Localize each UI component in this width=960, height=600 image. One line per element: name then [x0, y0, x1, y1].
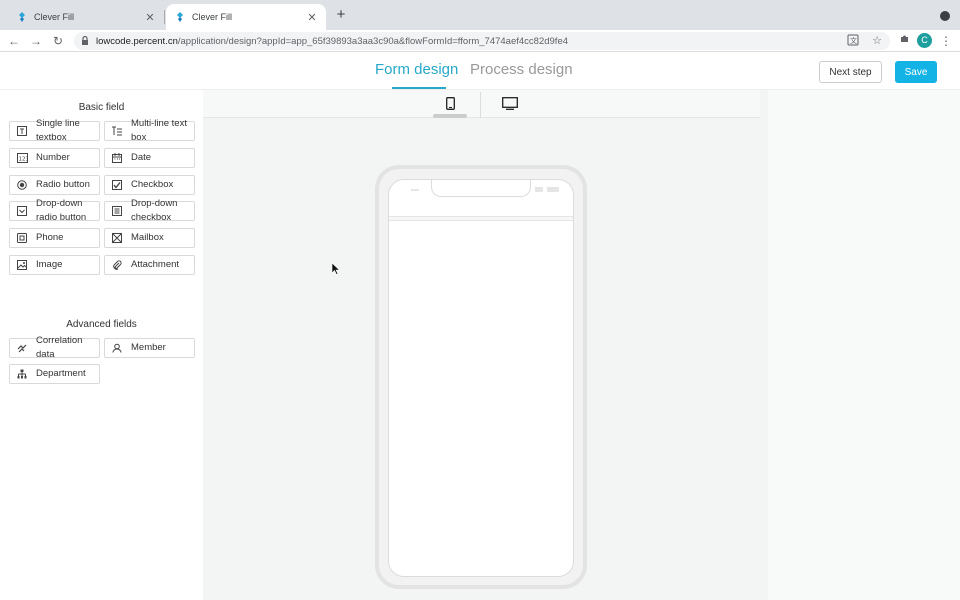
form-drop-area[interactable]	[388, 179, 574, 577]
device-divider	[480, 92, 481, 118]
dropdown-list-icon	[111, 205, 123, 217]
dropdown-icon	[16, 205, 28, 217]
calendar-icon	[111, 152, 123, 164]
field-label: Multi-line text box	[131, 118, 187, 143]
form-header-bar	[389, 216, 573, 221]
field-label: Attachment	[131, 259, 180, 270]
phone-notch	[431, 180, 531, 197]
svg-text:123: 123	[18, 157, 28, 163]
link-icon	[16, 342, 28, 354]
field-single-line-textbox[interactable]: Single line textbox	[9, 118, 100, 143]
next-step-button[interactable]: Next step	[819, 61, 882, 83]
browser-tab-1[interactable]: Clever Fill ✕	[8, 4, 164, 30]
star-icon[interactable]: ☆	[870, 34, 884, 48]
browser-toolbar: ← → ↻ lowcode.percent.cn/application/des…	[0, 30, 960, 52]
field-label: Number	[36, 152, 70, 163]
forward-icon[interactable]: →	[28, 33, 44, 49]
field-dropdown-checkbox[interactable]: Drop-down checkbox	[104, 198, 195, 223]
number-icon: 123	[16, 152, 28, 164]
active-tab-underline	[392, 87, 446, 89]
field-label: Mailbox	[131, 232, 164, 243]
browser-tab-title: Clever Fill	[34, 12, 75, 22]
member-icon	[111, 342, 123, 354]
mobile-view-button[interactable]	[433, 94, 467, 118]
field-checkbox[interactable]: Checkbox	[104, 175, 195, 195]
multi-line-icon	[111, 125, 123, 137]
status-bar-time	[411, 189, 419, 191]
phone-preview	[375, 165, 587, 589]
field-dropdown-radio[interactable]: Drop-down radio button	[9, 198, 100, 223]
close-tab-icon[interactable]: ✕	[144, 11, 156, 24]
field-mailbox[interactable]: Mailbox	[104, 228, 195, 248]
canvas-workspace	[203, 90, 768, 600]
radio-icon	[16, 179, 28, 191]
reload-icon[interactable]: ↻	[50, 33, 66, 49]
basic-field-title: Basic field	[78, 102, 125, 113]
pc-view-button[interactable]	[493, 94, 527, 116]
field-phone[interactable]: Phone	[9, 228, 100, 248]
org-chart-icon	[16, 368, 28, 380]
tab-process-design[interactable]: Process design	[470, 61, 573, 78]
address-bar[interactable]: lowcode.percent.cn/application/design?ap…	[74, 32, 890, 50]
field-label: Member	[131, 342, 166, 353]
field-department[interactable]: Department	[9, 364, 100, 384]
field-attachment[interactable]: Attachment	[104, 255, 195, 275]
clever-fill-favicon-icon	[16, 11, 28, 23]
field-label: Single line textbox	[36, 118, 80, 143]
designer-header: Form design Process design Next step Sav…	[0, 52, 960, 90]
menu-icon[interactable]: ⋮	[940, 33, 952, 49]
tab-search-icon[interactable]	[940, 11, 950, 21]
browser-tab-2[interactable]: Clever Fill ✕	[166, 4, 326, 30]
new-tab-icon[interactable]: +	[333, 7, 349, 23]
single-line-icon	[16, 125, 28, 137]
field-label: Checkbox	[131, 179, 174, 190]
mouse-cursor-icon	[331, 262, 341, 275]
browser-tab-title: Clever Fill	[192, 12, 233, 22]
field-label: Radio button	[36, 179, 90, 190]
checkbox-icon	[111, 179, 123, 191]
translate-icon[interactable]: 文	[846, 34, 860, 48]
field-label: Date	[131, 152, 152, 163]
clever-fill-favicon-icon	[174, 11, 186, 23]
url-text: lowcode.percent.cn/application/design?ap…	[96, 36, 568, 47]
field-number[interactable]: 123 Number	[9, 148, 100, 168]
lock-icon[interactable]	[80, 36, 90, 46]
back-icon[interactable]: ←	[6, 33, 22, 49]
field-label: Phone	[36, 232, 64, 243]
field-date[interactable]: Date	[104, 148, 195, 168]
extensions-icon[interactable]	[896, 33, 912, 49]
tab-divider	[164, 10, 165, 24]
field-palette: Basic field Single line textbox Multi-li…	[0, 90, 203, 600]
save-button[interactable]: Save	[895, 61, 937, 83]
field-label: Drop-down checkbox	[131, 198, 178, 223]
advanced-fields-title: Advanced fields	[66, 319, 137, 330]
field-image[interactable]: Image	[9, 255, 100, 275]
device-switcher	[203, 90, 760, 118]
mail-icon	[111, 232, 123, 244]
field-label: Image	[36, 259, 63, 270]
design-canvas[interactable]	[203, 90, 960, 600]
url-host: lowcode.percent.cn	[96, 35, 178, 47]
field-member[interactable]: Member	[104, 338, 195, 358]
url-path: /application/design?appId=app_65f39893a3…	[177, 35, 569, 47]
phone-icon	[16, 232, 28, 244]
svg-text:文: 文	[850, 36, 857, 45]
field-correlation-data[interactable]: Correlation data	[9, 335, 100, 360]
field-label: Correlation data	[36, 335, 83, 360]
field-label: Department	[36, 368, 86, 379]
monitor-icon	[502, 97, 518, 113]
field-label: Drop-down radio button	[36, 198, 87, 223]
mobile-icon	[445, 97, 455, 113]
paperclip-icon	[111, 259, 123, 271]
browser-tab-strip: Clever Fill ✕ Clever Fill ✕ +	[0, 0, 960, 30]
field-radio-button[interactable]: Radio button	[9, 175, 100, 195]
status-bar-indicators	[535, 187, 561, 193]
profile-avatar[interactable]: C	[917, 33, 932, 48]
image-icon	[16, 259, 28, 271]
close-tab-icon[interactable]: ✕	[306, 11, 318, 24]
tab-form-design[interactable]: Form design	[375, 61, 458, 78]
field-multi-line-textbox[interactable]: Multi-line text box	[104, 118, 195, 143]
